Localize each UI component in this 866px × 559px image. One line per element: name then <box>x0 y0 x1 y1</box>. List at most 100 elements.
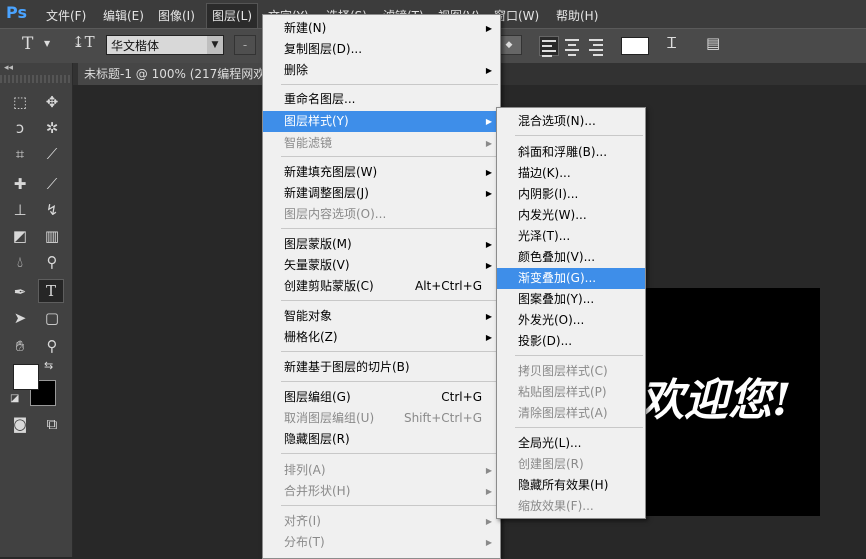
menu-item-blending-options[interactable]: 混合选项(N)... <box>497 111 645 132</box>
type-tool-icon[interactable]: T <box>38 279 64 303</box>
menu-item-drop-shadow[interactable]: 投影(D)... <box>497 331 645 352</box>
submenu-arrow-icon: ▶ <box>485 24 492 33</box>
pen-tool-icon[interactable]: ✒︎ <box>8 281 32 303</box>
menu-item-ungroup-layers[interactable]: 取消图层编组(U) Shift+Ctrl+G <box>263 408 500 429</box>
toolbox-grip[interactable] <box>0 75 72 83</box>
submenu-arrow-icon: ▶ <box>485 66 492 75</box>
menu-item-layer-mask[interactable]: 图层蒙版(M) ▶ <box>263 234 500 255</box>
menu-item-bevel-emboss[interactable]: 斜面和浮雕(B)... <box>497 142 645 163</box>
collapse-icon[interactable]: ◂◂ <box>4 63 13 73</box>
menu-item-smart-objects[interactable]: 智能对象 ▶ <box>263 306 500 327</box>
foreground-color-swatch[interactable] <box>13 364 39 390</box>
menu-item-group-layers[interactable]: 图层编组(G) Ctrl+G <box>263 387 500 408</box>
menu-item-gradient-overlay[interactable]: 渐变叠加(G)... <box>497 268 645 289</box>
menu-separator <box>281 381 498 382</box>
warp-text-icon[interactable]: Ꮖ <box>667 34 677 52</box>
menu-item-rasterize[interactable]: 栅格化(Z) ▶ <box>263 327 500 348</box>
document-tab[interactable]: 未标题-1 @ 100% (217编程网欢 <box>78 63 262 85</box>
menu-item-pattern-overlay[interactable]: 图案叠加(Y)... <box>497 289 645 310</box>
canvas-text-layer: 欢迎您! <box>640 375 792 426</box>
quick-mask-icon[interactable]: ◙ <box>8 413 32 435</box>
menu-item-smart-filter[interactable]: 智能滤镜 ▶ <box>263 133 500 154</box>
menu-item-layer-content-options[interactable]: 图层内容选项(O)... <box>263 204 500 225</box>
layer-style-submenu: 混合选项(N)... 斜面和浮雕(B)... 描边(K)... 内阴影(I)..… <box>496 107 646 519</box>
menu-item-hide-all-effects[interactable]: 隐藏所有效果(H) <box>497 475 645 496</box>
menu-separator <box>281 300 498 301</box>
hand-tool-icon[interactable]: ✋︎ <box>8 335 32 357</box>
photoshop-logo: Ps <box>6 3 27 22</box>
menu-item-outer-glow[interactable]: 外发光(O)... <box>497 310 645 331</box>
menu-item-rename-layer[interactable]: 重命名图层... <box>263 89 500 110</box>
text-color-swatch[interactable] <box>621 37 649 55</box>
menu-image[interactable]: 图像(I) <box>158 7 195 24</box>
type-tool-icon[interactable]: T <box>22 34 33 54</box>
healing-brush-tool-icon[interactable]: ✚ <box>8 173 32 195</box>
eraser-tool-icon[interactable]: ◩ <box>8 225 32 247</box>
clone-stamp-tool-icon[interactable]: ⊥ <box>8 199 32 221</box>
menu-item-new-adjustment-layer[interactable]: 新建调整图层(J) ▶ <box>263 183 500 204</box>
menu-item-arrange[interactable]: 排列(A) ▶ <box>263 460 500 481</box>
magic-wand-tool-icon[interactable]: ✲ <box>40 117 64 139</box>
brush-tool-icon[interactable]: ⟋ <box>40 173 64 195</box>
menu-item-vector-mask[interactable]: 矢量蒙版(V) ▶ <box>263 255 500 276</box>
menu-item-paste-layer-style[interactable]: 粘贴图层样式(P) <box>497 382 645 403</box>
font-style-select[interactable]: - <box>234 35 256 55</box>
menu-item-global-light[interactable]: 全局光(L)... <box>497 433 645 454</box>
menu-item-delete[interactable]: 删除 ▶ <box>263 60 500 81</box>
zoom-tool-icon[interactable]: ⚲ <box>40 335 64 357</box>
marquee-tool-icon[interactable]: ⬚ <box>8 91 32 113</box>
menu-item-new[interactable]: 新建(N) ▶ <box>263 18 500 39</box>
menu-item-new-layer-based-slice[interactable]: 新建基于图层的切片(B) <box>263 357 500 378</box>
character-panel-icon[interactable]: ▤ <box>706 34 720 52</box>
submenu-arrow-icon: ▶ <box>485 139 492 148</box>
menu-item-clear-layer-style[interactable]: 清除图层样式(A) <box>497 403 645 424</box>
menu-help[interactable]: 帮助(H) <box>556 7 598 24</box>
shape-tool-icon[interactable]: ▢ <box>40 307 64 329</box>
menu-item-combine-shapes[interactable]: 合并形状(H) ▶ <box>263 481 500 502</box>
dodge-tool-icon[interactable]: ⚲ <box>40 251 64 273</box>
menu-item-align[interactable]: 对齐(I) ▶ <box>263 511 500 532</box>
align-center-icon[interactable] <box>563 36 581 56</box>
menu-item-create-layer[interactable]: 创建图层(R) <box>497 454 645 475</box>
default-colors-icon[interactable]: ◪ <box>10 393 19 404</box>
menu-item-create-clipping-mask[interactable]: 创建剪贴蒙版(C) Alt+Ctrl+G <box>263 276 500 297</box>
submenu-arrow-icon: ▶ <box>485 240 492 249</box>
menu-separator <box>515 135 643 136</box>
crop-tool-icon[interactable]: ⌗ <box>8 143 32 165</box>
move-tool-icon[interactable]: ✥ <box>40 91 64 113</box>
path-selection-tool-icon[interactable]: ➤ <box>8 307 32 329</box>
submenu-arrow-icon: ▶ <box>485 466 492 475</box>
menu-item-duplicate-layer[interactable]: 复制图层(D)... <box>263 39 500 60</box>
menu-item-color-overlay[interactable]: 颜色叠加(V)... <box>497 247 645 268</box>
submenu-arrow-icon: ▶ <box>485 517 492 526</box>
chevron-down-icon[interactable]: ▼ <box>44 39 50 48</box>
toggle-orientation-icon[interactable]: ↨T <box>72 33 95 51</box>
swap-colors-icon[interactable]: ⇆ <box>44 359 53 372</box>
menu-item-stroke[interactable]: 描边(K)... <box>497 163 645 184</box>
screen-mode-icon[interactable]: ⧉ <box>40 413 64 435</box>
toolbox: ◂◂ ⬚ ✥ ↄ ✲ ⌗ ⟋ ✚ ⟋ ⊥ ↯ ◩ ▥ 💧︎ ⚲ ✒︎ T ➤ ▢… <box>0 63 73 557</box>
blur-tool-icon[interactable]: 💧︎ <box>8 251 32 273</box>
menu-layer[interactable]: 图层(L) <box>206 3 259 30</box>
menu-item-new-fill-layer[interactable]: 新建填充图层(W) ▶ <box>263 162 500 183</box>
submenu-arrow-icon: ▶ <box>485 487 492 496</box>
menu-item-scale-effects[interactable]: 缩放效果(F)... <box>497 496 645 517</box>
align-left-icon[interactable] <box>539 36 559 57</box>
menu-item-layer-style[interactable]: 图层样式(Y) ▶ <box>263 111 500 132</box>
gradient-tool-icon[interactable]: ▥ <box>40 225 64 247</box>
lasso-tool-icon[interactable]: ↄ <box>8 117 32 139</box>
menu-item-satin[interactable]: 光泽(T)... <box>497 226 645 247</box>
menu-item-distribute[interactable]: 分布(T) ▶ <box>263 532 500 553</box>
menu-edit[interactable]: 编辑(E) <box>103 7 144 24</box>
menu-separator <box>281 453 498 454</box>
menu-item-inner-shadow[interactable]: 内阴影(I)... <box>497 184 645 205</box>
menu-item-copy-layer-style[interactable]: 拷贝图层样式(C) <box>497 361 645 382</box>
menu-file[interactable]: 文件(F) <box>46 7 86 24</box>
menu-item-hide-layers[interactable]: 隐藏图层(R) <box>263 429 500 450</box>
menu-separator <box>281 351 498 352</box>
align-right-icon[interactable] <box>587 36 605 56</box>
menu-item-inner-glow[interactable]: 内发光(W)... <box>497 205 645 226</box>
font-family-select[interactable]: 华文楷体 ▼ <box>106 35 224 55</box>
history-brush-tool-icon[interactable]: ↯ <box>40 199 64 221</box>
eyedropper-tool-icon[interactable]: ⟋ <box>40 143 64 165</box>
